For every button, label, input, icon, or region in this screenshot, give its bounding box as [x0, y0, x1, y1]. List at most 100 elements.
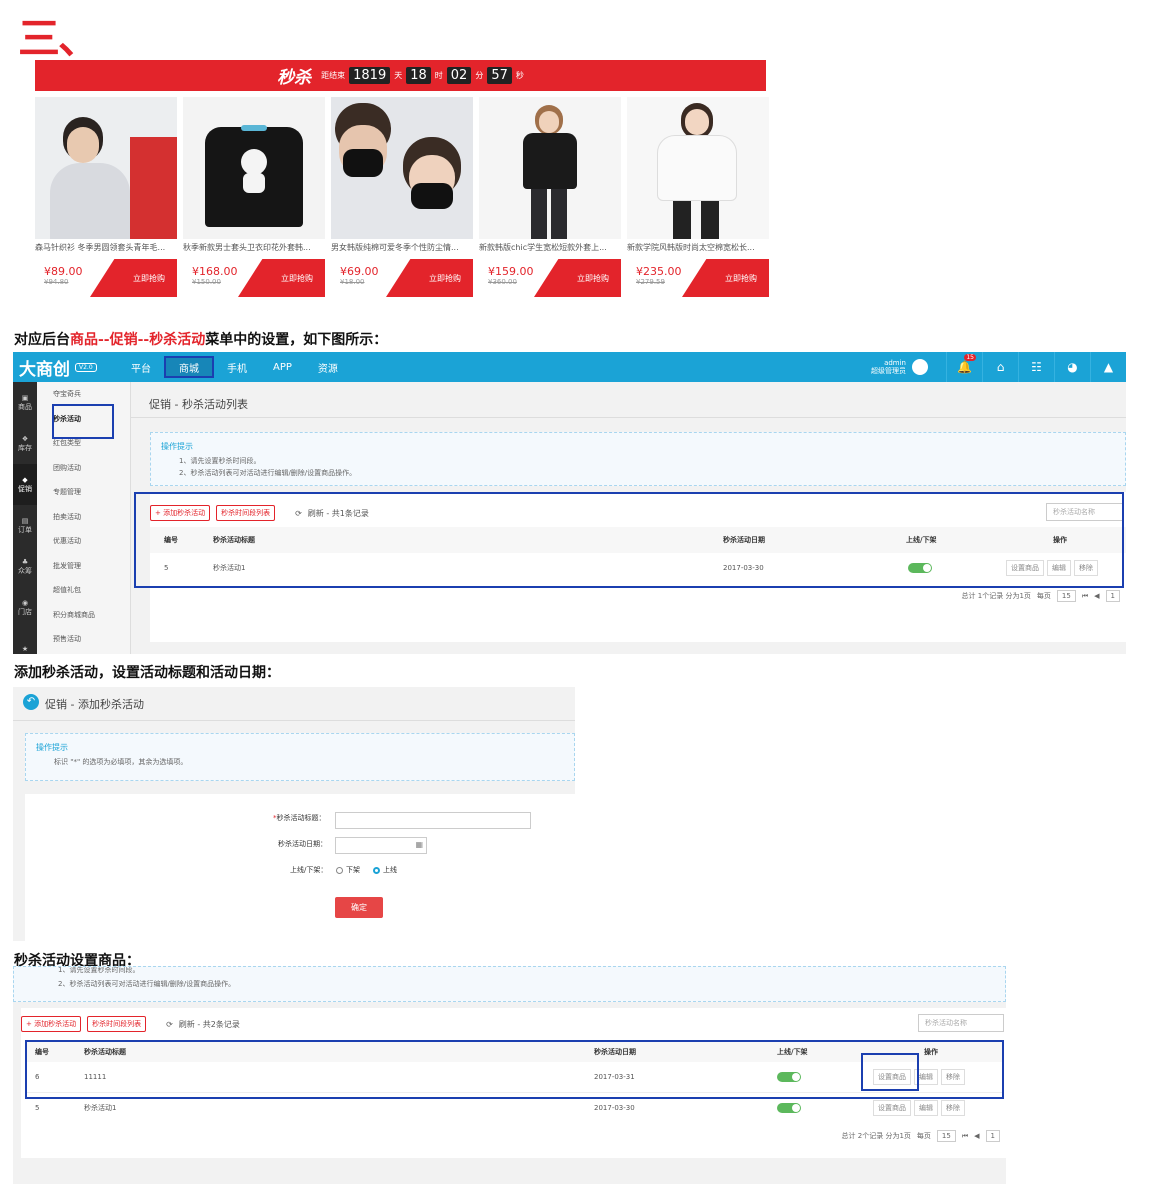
product-card[interactable]: 新款韩版chic学生宽松短款外套上... ¥159.00 ¥360.00 立即抢购	[479, 97, 621, 297]
buy-now-button[interactable]: 立即抢购	[90, 259, 177, 297]
nav-resources[interactable]: 资源	[305, 356, 351, 378]
buy-now-button[interactable]: 立即抢购	[238, 259, 325, 297]
seckill-list-screenshot-2: 1、请先设置秒杀时间段。 2、秒杀活动列表可对活动进行编辑/删除/设置商品操作。…	[13, 966, 1006, 1184]
product-image[interactable]	[35, 97, 177, 239]
set-goods-button[interactable]: 设置商品	[873, 1099, 911, 1116]
sidebar-item-store[interactable]: ◉ 门店	[13, 587, 37, 628]
crowdfund-icon: ♣	[21, 557, 29, 566]
nav-mall[interactable]: 商城	[164, 356, 214, 378]
online-label: 上线	[383, 866, 397, 874]
submenu-item[interactable]: 优惠活动	[37, 529, 130, 554]
time-slot-list-button[interactable]: 秒杀时间段列表	[87, 1016, 147, 1032]
search-input[interactable]: 秒杀活动名称	[918, 1014, 1004, 1032]
tip-line: 2、秒杀活动列表可对活动进行编辑/删除/设置商品操作。	[179, 469, 357, 477]
product-name[interactable]: 新款韩版chic学生宽松短款外套上...	[479, 242, 621, 254]
product-name[interactable]: 秋季新款男士套头卫衣印花外套韩...	[183, 242, 325, 254]
nav-mobile[interactable]: 手机	[214, 356, 260, 378]
product-old-price: ¥18.00	[340, 278, 365, 286]
title-label: 秒杀活动标题：	[276, 814, 326, 822]
flash-sale-banner: 秒杀 距结束 1819 天 18 时 02 分 57 秒	[35, 60, 766, 91]
submenu-item[interactable]: 夺宝奇兵	[37, 382, 130, 407]
product-card[interactable]: 森马针织衫 冬季男圆领套头青年毛... ¥89.00 ¥94.80 立即抢购	[35, 97, 177, 297]
logo-text: 大商创	[19, 359, 70, 380]
product-card[interactable]: 男女韩版纯棉可爱冬季个性防尘情... ¥69.00 ¥18.00 立即抢购	[331, 97, 473, 297]
date-label: 秒杀活动日期：	[278, 840, 327, 848]
logo[interactable]: 大商创 V2.0	[13, 355, 118, 380]
product-old-price: ¥360.00	[488, 278, 517, 286]
tips-panel: 操作提示 1、请先设置秒杀时间段。 2、秒杀活动列表可对活动进行编辑/删除/设置…	[150, 432, 1126, 486]
activity-date-input[interactable]: ▦	[335, 837, 427, 854]
avatar[interactable]	[912, 359, 928, 375]
product-card[interactable]: 秋季新款男士套头卫衣印花外套韩... ¥168.00 ¥150.00 立即抢购	[183, 97, 325, 297]
product-image[interactable]	[627, 97, 769, 239]
activity-title-input[interactable]	[335, 812, 531, 829]
refresh-label[interactable]: 刷新 - 共2条记录	[179, 1019, 240, 1030]
product-name[interactable]: 森马针织衫 冬季男圆领套头青年毛...	[35, 242, 177, 254]
hour-unit: 时	[434, 71, 443, 80]
first-page-icon[interactable]: ⏮	[1082, 592, 1088, 601]
sidebar-item-promotion[interactable]: ◆ 促销	[13, 464, 37, 505]
product-card[interactable]: 新款学院风韩版时尚太空棉宽松长... ¥235.00 ¥279.59 立即抢购	[627, 97, 769, 297]
back-icon[interactable]: ↶	[23, 694, 39, 710]
sidebar-item-goods[interactable]: ▣ 商品	[13, 382, 37, 423]
first-page-icon[interactable]: ⏮	[962, 1132, 968, 1141]
radio-online[interactable]	[373, 866, 380, 874]
divider	[131, 417, 1126, 418]
submenu-item[interactable]: 超值礼包	[37, 578, 130, 603]
page-select[interactable]: 1	[1105, 590, 1120, 602]
product-name[interactable]: 男女韩版纯棉可爱冬季个性防尘情...	[331, 242, 473, 254]
version-badge: V2.0	[75, 362, 97, 372]
submenu-item[interactable]: 团购活动	[37, 456, 130, 481]
buy-now-button[interactable]: 立即抢购	[534, 259, 621, 297]
submenu-item[interactable]: 拍卖活动	[37, 505, 130, 530]
minute-unit: 分	[475, 71, 484, 80]
submenu-item[interactable]: 专题管理	[37, 480, 130, 505]
tips-title: 操作提示	[161, 442, 193, 451]
palette-icon[interactable]: ◕	[1054, 352, 1090, 382]
product-old-price: ¥150.00	[192, 278, 221, 286]
page-select[interactable]: 1	[985, 1130, 1000, 1142]
submenu-item[interactable]: 预售活动	[37, 627, 130, 652]
product-image[interactable]	[479, 97, 621, 239]
logout-icon[interactable]: ▲	[1090, 352, 1126, 382]
product-name[interactable]: 新款学院风韩版时尚太空棉宽松长...	[627, 242, 769, 254]
confirm-button[interactable]: 确定	[335, 897, 383, 918]
edit-button[interactable]: 编辑	[914, 1099, 938, 1116]
sidebar-item-stock[interactable]: ❖ 库存	[13, 423, 37, 464]
calendar-icon[interactable]: ▦	[415, 840, 423, 849]
per-page-input[interactable]: 15	[936, 1130, 956, 1142]
section-heading: 三、	[18, 14, 100, 63]
sidebar-item-orders[interactable]: ▤ 订单	[13, 505, 37, 546]
buy-now-button[interactable]: 立即抢购	[386, 259, 473, 297]
product-price: ¥89.00	[44, 265, 83, 278]
home-icon[interactable]: ⌂	[982, 352, 1018, 382]
prev-page-icon[interactable]: ◀	[1094, 592, 1099, 600]
status-toggle[interactable]	[777, 1102, 801, 1113]
tips-title: 操作提示	[36, 743, 68, 752]
remove-button[interactable]: 移除	[941, 1099, 965, 1116]
highlight-box	[861, 1053, 919, 1091]
buy-now-button[interactable]: 立即抢购	[682, 259, 769, 297]
sidebar-item-crowdfund[interactable]: ♣ 众筹	[13, 546, 37, 587]
admin-list-screenshot: 大商创 V2.0 平台 商城 手机 APP 资源 admin 超级管理员 🔔 15 ⌂…	[13, 352, 1126, 654]
nav-platform[interactable]: 平台	[118, 356, 164, 378]
prev-page-icon[interactable]: ◀	[974, 1132, 979, 1140]
submenu-item[interactable]: 批发管理	[37, 554, 130, 579]
user-info[interactable]: admin 超级管理员	[871, 359, 906, 375]
tip-line: 2、秒杀活动列表可对活动进行编辑/删除/设置商品操作。	[58, 980, 236, 988]
nav-app[interactable]: APP	[260, 356, 305, 378]
product-price: ¥235.00	[636, 265, 682, 278]
add-seckill-button[interactable]: + 添加秒杀活动	[21, 1016, 82, 1032]
product-image[interactable]	[331, 97, 473, 239]
top-nav-bar: 大商创 V2.0 平台 商城 手机 APP 资源 admin 超级管理员 🔔 15 ⌂…	[13, 352, 1126, 382]
product-image[interactable]	[183, 97, 325, 239]
countdown-hours: 18	[406, 67, 431, 84]
refresh-icon[interactable]: ⟳	[166, 1020, 173, 1029]
radio-offline[interactable]	[336, 866, 343, 874]
caption-post: 菜单中的设置，如下图所示：	[205, 332, 388, 348]
per-page-input[interactable]: 15	[1056, 590, 1076, 602]
bell-icon[interactable]: 🔔 15	[946, 352, 982, 382]
sitemap-icon[interactable]: ☷	[1018, 352, 1054, 382]
divider	[13, 720, 575, 721]
submenu-item[interactable]: 积分商城商品	[37, 603, 130, 628]
